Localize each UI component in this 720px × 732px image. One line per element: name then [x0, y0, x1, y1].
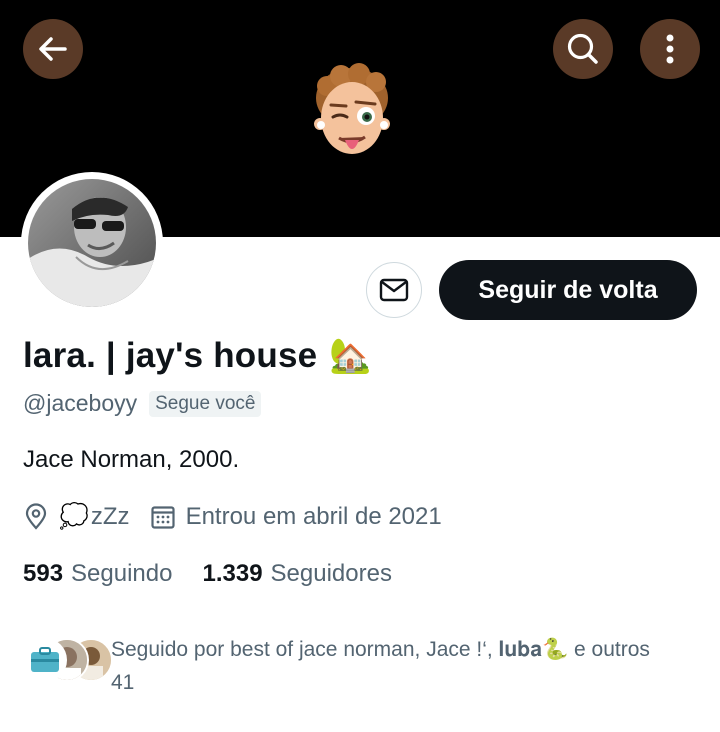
snake-emoji-icon: 🐍	[542, 638, 569, 661]
following-count: 593	[23, 560, 64, 587]
location-pin-icon	[25, 502, 47, 530]
followed-by-prefix: Seguido por best of jace norman, Jace !‘…	[111, 638, 543, 661]
followers-link[interactable]: 1.339 Seguidores	[202, 560, 391, 588]
avatar	[28, 179, 156, 307]
mutual-avatars	[23, 633, 113, 683]
profile-meta: 💭 zZz Entrou em abril de 2021	[23, 502, 442, 531]
arrow-left-icon	[39, 37, 67, 61]
following-link[interactable]: 593 Seguindo	[23, 560, 172, 588]
more-vertical-icon	[666, 34, 674, 64]
followers-you-know[interactable]: Seguido por best of jace norman, Jace !‘…	[23, 633, 671, 699]
memoji-banner-image	[314, 63, 390, 154]
back-button[interactable]	[23, 19, 83, 79]
followers-count: 1.339	[202, 560, 263, 587]
followers-label: Seguidores	[270, 560, 392, 587]
more-button[interactable]	[640, 19, 700, 79]
handle-row: @jaceboyy Segue você	[23, 390, 262, 417]
search-button[interactable]	[553, 19, 613, 79]
thought-bubble-icon: 💭	[59, 503, 89, 530]
follows-you-badge: Segue você	[149, 390, 262, 417]
followed-by-text: Seguido por best of jace norman, Jace !‘…	[111, 633, 671, 699]
display-name: lara. | jay's house	[23, 336, 318, 375]
message-button[interactable]	[366, 262, 422, 318]
location-text: zZz	[90, 502, 130, 530]
username-handle: @jaceboyy	[23, 390, 138, 416]
search-icon	[567, 33, 598, 64]
mutual-avatar-1	[23, 638, 67, 682]
profile-avatar[interactable]	[21, 172, 163, 314]
house-emoji-icon: 🏡	[329, 337, 372, 375]
mail-icon	[379, 278, 409, 302]
follow-stats: 593 Seguindo 1.339 Seguidores	[23, 560, 392, 588]
calendar-icon	[150, 505, 175, 529]
bio-text: Jace Norman, 2000.	[23, 446, 240, 473]
join-date: Entrou em abril de 2021	[185, 502, 442, 530]
follow-back-button[interactable]: Seguir de volta	[439, 260, 697, 320]
display-name-row: lara. | jay's house 🏡	[23, 336, 372, 376]
following-label: Seguindo	[71, 560, 173, 587]
